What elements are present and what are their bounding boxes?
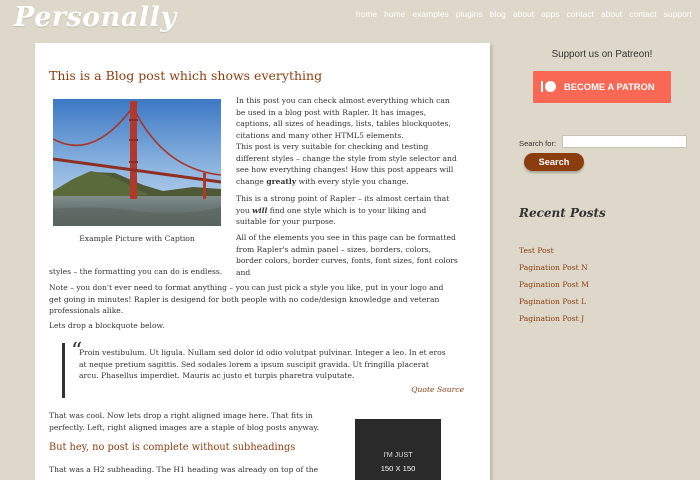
post-title[interactable]: This is a Blog post which shows everythi…: [49, 68, 322, 83]
paragraph-styles-bold: greatly: [266, 176, 297, 186]
quote-source[interactable]: Quote Source: [411, 385, 464, 394]
placeholder-image: I'M JUST 150 X 150: [355, 419, 441, 480]
paragraph-formatting-end: styles – the formatting you can do is en…: [49, 267, 223, 276]
placeholder-text-2: 150 X 150: [380, 464, 416, 473]
nav-item-support[interactable]: support: [664, 9, 692, 19]
blockquote-text: Proin vestibulum. Ut ligula. Nullam sed …: [79, 348, 446, 380]
post-subheading: But hey, no post is complete without sub…: [49, 442, 296, 453]
patreon-icon: [541, 81, 556, 92]
golden-gate-photo: [53, 99, 221, 226]
nav-item-apps[interactable]: apps: [541, 9, 559, 19]
recent-post-link[interactable]: Pagination Post L: [519, 297, 586, 306]
paragraph-right-image: That was cool. Now lets drop a right ali…: [49, 411, 320, 432]
main-nav: home home examples plugins blog about ap…: [356, 9, 692, 19]
nav-item-home-2[interactable]: home: [384, 9, 405, 19]
recent-post-link[interactable]: Pagination Post N: [519, 263, 588, 272]
figure-caption: Example Picture with Caption: [79, 234, 195, 243]
nav-item-plugins[interactable]: plugins: [456, 9, 483, 19]
become-patron-button[interactable]: BECOME A PATRON: [533, 71, 671, 103]
paragraph-styles: This post is very suitable for checking …: [236, 141, 458, 187]
nav-item-examples[interactable]: examples: [412, 9, 448, 19]
nav-item-blog[interactable]: blog: [490, 9, 506, 19]
site-logo[interactable]: Personally: [14, 2, 177, 33]
list-item: Test Post: [519, 238, 589, 255]
recent-post-link[interactable]: Pagination Post M: [519, 280, 589, 289]
sidebar: Support us on Patreon! BECOME A PATRON S…: [512, 43, 692, 480]
nav-item-contact[interactable]: contact: [567, 9, 594, 19]
recent-post-link[interactable]: Pagination Post J: [519, 314, 584, 323]
placeholder-text-1: I'M JUST: [383, 450, 413, 459]
recent-posts-title: Recent Posts: [519, 206, 606, 220]
become-patron-label: BECOME A PATRON: [564, 81, 655, 92]
paragraph-strong-em: will: [252, 205, 268, 215]
paragraph-subheading: That was a H2 subheading. The H1 heading…: [49, 465, 319, 480]
nav-item-about[interactable]: about: [513, 9, 534, 19]
post-figure: Example Picture with Caption: [53, 99, 221, 243]
search-button[interactable]: Search: [524, 153, 584, 171]
post-content: This is a Blog post which shows everythi…: [35, 43, 490, 480]
paragraph-strong-point: This is a strong point of Rapler – its a…: [236, 193, 458, 228]
list-item: Pagination Post J: [519, 306, 589, 323]
recent-posts-list: Test Post Pagination Post N Pagination P…: [519, 238, 589, 323]
paragraph-blockquote-intro: Lets drop a blockquote below.: [49, 321, 165, 330]
patreon-support-text: Support us on Patreon!: [551, 49, 653, 60]
site-header: Personally home home examples plugins bl…: [0, 0, 700, 34]
nav-item-home[interactable]: home: [356, 9, 377, 19]
paragraph-note: Note – you don't ever need to format any…: [49, 283, 444, 315]
list-item: Pagination Post N: [519, 255, 589, 272]
list-item: Pagination Post L: [519, 289, 589, 306]
paragraph-intro: In this post you can check almost everyt…: [236, 96, 451, 140]
nav-item-contact-2[interactable]: contact: [629, 9, 656, 19]
blockquote: “ Proin vestibulum. Ut ligula. Nullam se…: [62, 339, 464, 398]
paragraph-styles-text-2: with every style you change.: [296, 176, 409, 186]
search-input[interactable]: [562, 135, 687, 148]
nav-item-about-2[interactable]: about: [601, 9, 622, 19]
list-item: Pagination Post M: [519, 272, 589, 289]
search-label: Search for:: [519, 139, 557, 148]
recent-post-link[interactable]: Test Post: [519, 246, 554, 255]
